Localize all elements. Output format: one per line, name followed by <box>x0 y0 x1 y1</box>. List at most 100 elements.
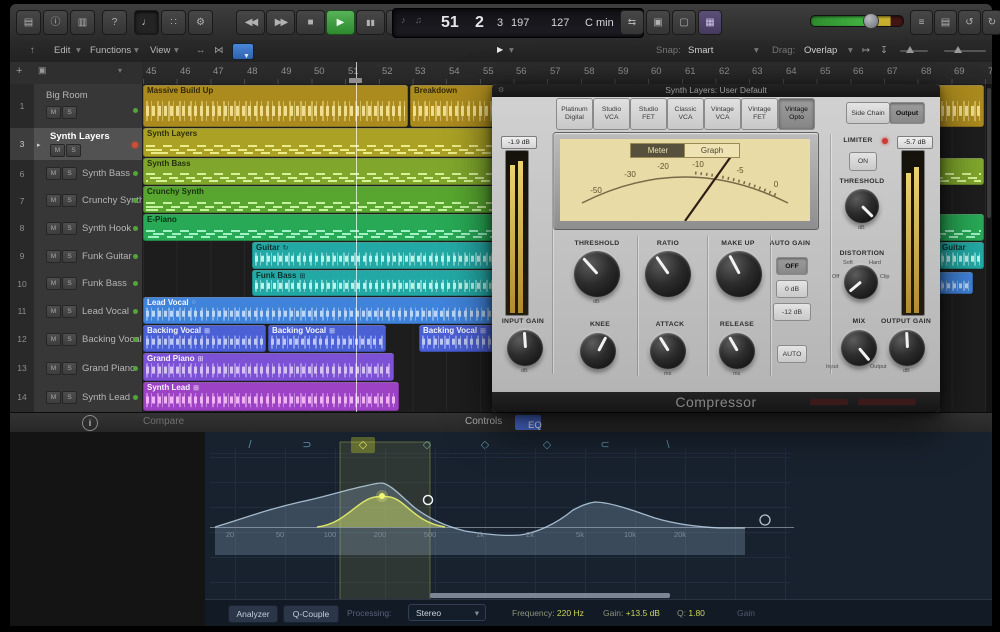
limiter-on-button[interactable]: ON <box>849 152 877 171</box>
auto-gain-minus12-button[interactable]: -12 dB <box>773 303 811 321</box>
vzoom-thumb[interactable] <box>906 46 914 53</box>
solo-button[interactable]: S <box>62 362 77 375</box>
solo-button[interactable]: S <box>62 222 77 235</box>
tab-controls[interactable]: Controls <box>465 416 502 427</box>
channel-eq[interactable]: / ⊃ ◇ ◇ ◇ ◇ ⊂ \ 20 50 100 200 500 1k 2k … <box>205 432 992 626</box>
solo-button[interactable]: S <box>62 167 77 180</box>
mute-button[interactable]: M <box>50 144 65 157</box>
play-button[interactable]: ▶ <box>326 10 355 35</box>
ratio-knob[interactable] <box>645 251 691 297</box>
musical-typing-button[interactable]: ▦ <box>698 10 722 35</box>
processing-dropdown[interactable]: Stereo ▾ <box>408 604 486 621</box>
crossfade-icon[interactable]: ⋈ <box>214 45 224 56</box>
playhead[interactable] <box>356 62 357 412</box>
track-name[interactable]: Synth Layers <box>50 131 110 142</box>
input-gain-knob[interactable] <box>507 330 543 366</box>
side-chain-button[interactable]: Side Chain <box>846 102 890 124</box>
mute-button[interactable]: M <box>46 106 61 119</box>
region[interactable]: Backing Vocal⊞ <box>268 325 386 352</box>
list-editors-button[interactable]: ≡ <box>910 10 933 35</box>
track-name[interactable]: Funk Bass <box>82 278 127 289</box>
master-volume-slider[interactable] <box>810 15 904 27</box>
auto-release-button[interactable]: AUTO <box>777 345 807 363</box>
track-header[interactable]: 14 M S Synth Lead <box>10 382 142 413</box>
pause-button[interactable]: ▮▮ <box>356 10 385 35</box>
track-name[interactable]: Lead Vocal <box>82 306 129 317</box>
input-monitor-dot[interactable] <box>133 226 138 231</box>
region[interactable]: Synth Lead⊞ <box>143 382 399 411</box>
solo-button[interactable]: S <box>66 144 81 157</box>
rewind-button[interactable]: ◀◀ <box>236 10 265 35</box>
add-track-button[interactable]: + <box>16 65 22 77</box>
scrollbar-thumb[interactable] <box>987 88 991 218</box>
track-header[interactable]: 8 M S Synth Hook <box>10 214 142 243</box>
track-name[interactable]: Synth Hook <box>82 223 131 234</box>
model-studio-fet[interactable]: StudioFET <box>630 98 667 130</box>
eq-scroll-thumb[interactable] <box>430 593 670 598</box>
q-value[interactable]: 1.80 <box>688 608 705 618</box>
band-handle-right[interactable] <box>760 515 770 525</box>
analyzer-button[interactable]: Analyzer <box>228 605 278 623</box>
cycle-button[interactable]: ⇆ <box>620 10 644 35</box>
solo-button[interactable]: S <box>62 305 77 318</box>
track-header[interactable]: 9 M S Funk Guitar <box>10 242 142 271</box>
help-button[interactable]: ? <box>102 10 127 35</box>
input-monitor-dot[interactable] <box>133 108 138 113</box>
knee-knob[interactable] <box>580 333 616 369</box>
track-name[interactable]: Big Room <box>46 90 88 101</box>
q-couple-button[interactable]: Q-Couple <box>283 605 339 623</box>
vertical-zoom-slider[interactable] <box>900 50 928 52</box>
drag-dropdown[interactable]: Overlap <box>804 45 837 56</box>
mix-knob[interactable] <box>841 330 877 366</box>
region[interactable] <box>938 272 973 294</box>
attack-knob[interactable] <box>650 333 686 369</box>
mixer-button[interactable]: ∷ <box>161 10 186 35</box>
track-name[interactable]: Synth Bass <box>82 168 130 179</box>
redo-button[interactable]: ↻ <box>982 10 1000 35</box>
release-knob[interactable] <box>719 333 755 369</box>
stop-button[interactable]: ■ <box>296 10 325 35</box>
disclosure-icon[interactable]: ▸ <box>37 141 41 149</box>
region[interactable]: Backing Vocal⊞ <box>143 325 266 352</box>
functions-menu[interactable]: Functions <box>90 45 131 56</box>
track-header[interactable]: 7 M S Crunchy Synth <box>10 187 142 215</box>
auto-gain-0db-button[interactable]: 0 dB <box>776 280 808 298</box>
mute-button[interactable]: M <box>46 167 61 180</box>
edit-menu[interactable]: Edit <box>54 45 70 56</box>
auto-gain-off-button[interactable]: OFF <box>776 257 808 275</box>
inspector-button[interactable]: ⓘ <box>43 10 68 35</box>
flex-icon[interactable]: ↔ <box>196 45 206 56</box>
auto-zoom-icon[interactable]: ↧ <box>880 45 888 56</box>
up-arrow-icon[interactable]: ↑ <box>30 45 35 56</box>
track-header[interactable]: 13 M S Grand Piano <box>10 353 142 383</box>
frequency-value[interactable]: 220 Hz <box>557 608 584 618</box>
mute-button[interactable]: M <box>46 222 61 235</box>
output-button[interactable]: Output <box>889 102 925 124</box>
input-monitor-dot[interactable] <box>133 281 138 286</box>
track-name[interactable]: Synth Lead <box>82 392 130 403</box>
meter-tab[interactable]: Meter <box>630 143 686 158</box>
make-up-knob[interactable] <box>716 251 762 297</box>
catch-playhead-icon[interactable]: ↦ <box>862 45 870 56</box>
gear-icon[interactable]: ⚙ <box>498 84 504 97</box>
eq-curve[interactable] <box>205 440 795 610</box>
model-platinum-digital[interactable]: PlatinumDigital <box>556 98 593 130</box>
view-menu[interactable]: View <box>150 45 170 56</box>
band-point-handle[interactable] <box>379 493 385 499</box>
bar-ruler[interactable]: 45 46 47 48 49 50 51 52 53 54 55 56 57 5… <box>142 62 992 85</box>
gain-value[interactable]: +13.5 dB <box>626 608 660 618</box>
vertical-scrollbar[interactable] <box>986 84 992 412</box>
track-name[interactable]: Funk Guitar <box>82 251 132 262</box>
graph-tab[interactable]: Graph <box>684 143 740 158</box>
track-header[interactable]: 10 M S Funk Bass <box>10 270 142 298</box>
metronome-button[interactable]: ♩ <box>134 10 159 35</box>
track-header[interactable]: 1 Big Room M S <box>10 84 142 129</box>
solo-button[interactable]: S <box>62 194 77 207</box>
hzoom-thumb[interactable] <box>954 46 962 53</box>
output-gain-knob[interactable] <box>889 330 925 366</box>
track-header[interactable]: 12 M S Backing Vocal <box>10 325 142 354</box>
solo-button[interactable]: S <box>62 277 77 290</box>
model-vintage-vca[interactable]: VintageVCA <box>704 98 741 130</box>
band-q-handle[interactable] <box>424 496 433 505</box>
solo-button[interactable]: S <box>62 250 77 263</box>
